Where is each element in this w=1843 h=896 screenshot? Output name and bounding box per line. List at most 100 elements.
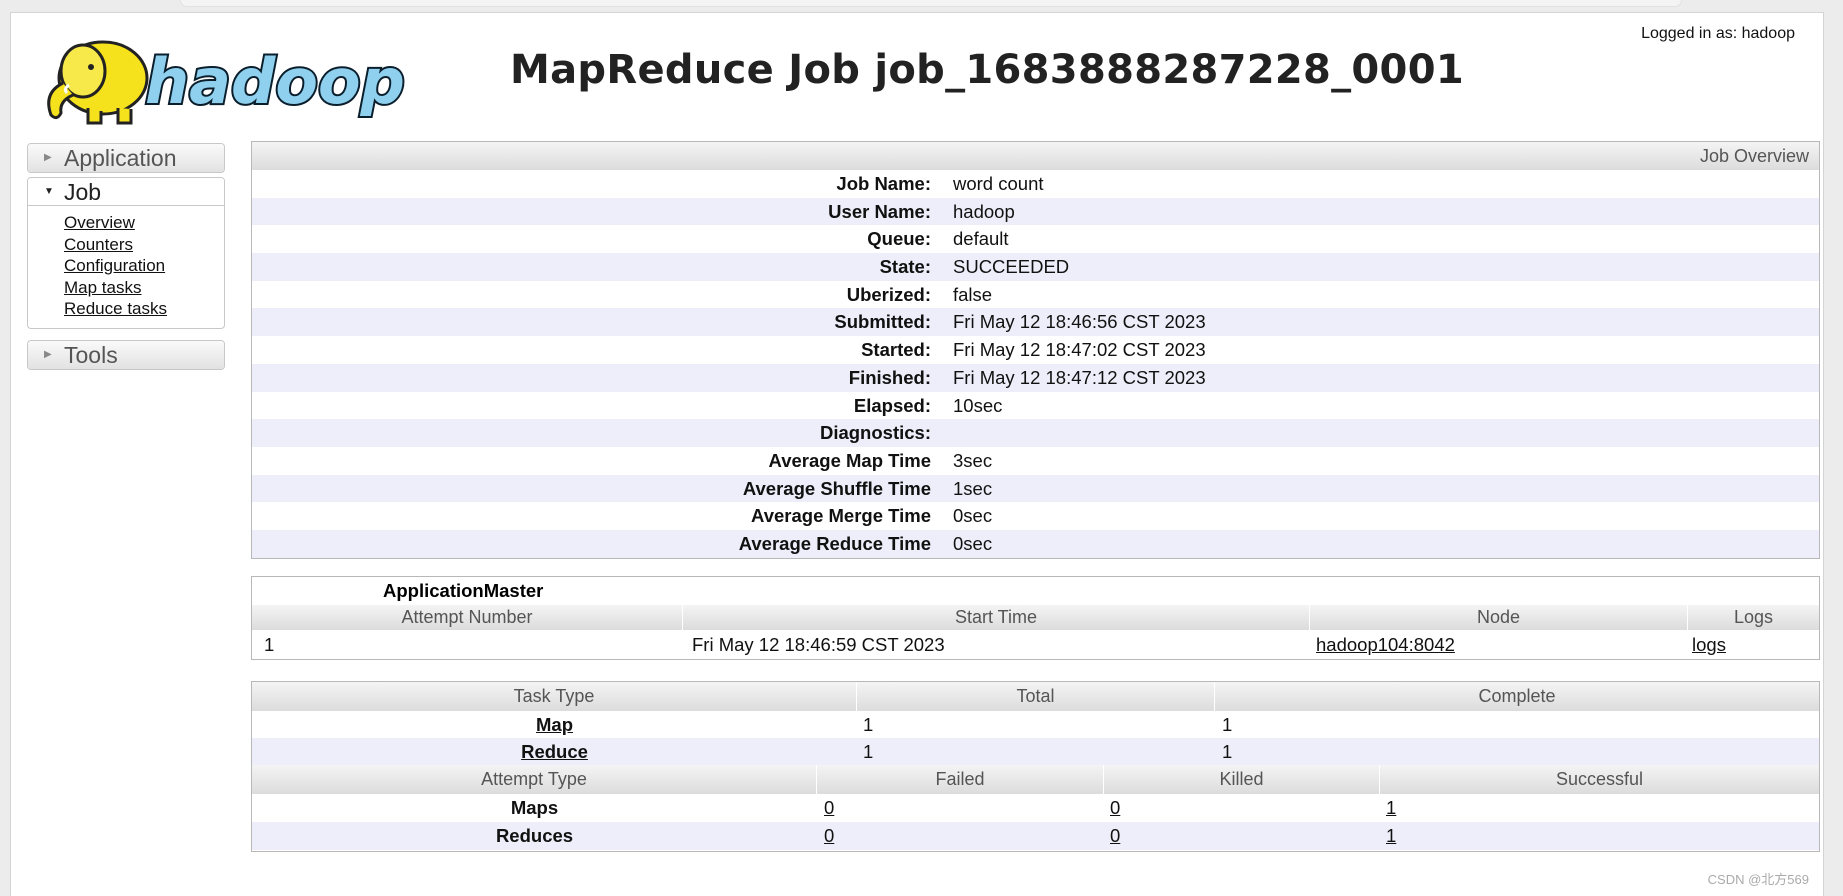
attempt-type: Maps: [510, 797, 559, 818]
sidebar-link-overview[interactable]: Overview: [64, 212, 224, 234]
sidebar-link-counters[interactable]: Counters: [64, 234, 224, 256]
overview-value: 10sec: [953, 394, 1003, 416]
task-total: 1: [863, 714, 874, 735]
attempt-type: Reduces: [495, 825, 574, 846]
overview-label: Started:: [861, 339, 931, 361]
task-complete: 1: [1222, 741, 1233, 762]
overview-row: User Name: hadoop: [252, 197, 1819, 226]
sidebar-link-reduce-tasks[interactable]: Reduce tasks: [64, 298, 224, 320]
logs-link[interactable]: logs: [1692, 630, 1726, 659]
successful-link[interactable]: 1: [1386, 794, 1396, 822]
overview-label: Submitted:: [834, 311, 931, 333]
overview-label: Elapsed:: [853, 394, 931, 416]
col-failed: Failed: [817, 765, 1104, 794]
sidebar-header-job[interactable]: ▼ Job: [28, 178, 224, 206]
table-row: 1 Fri May 12 18:46:59 CST 2023 hadoop104…: [252, 630, 1819, 658]
sidebar-job-links: Overview Counters Configuration Map task…: [28, 206, 224, 328]
triangle-right-icon: ▶: [44, 349, 52, 360]
sidebar-link-map-tasks[interactable]: Map tasks: [64, 277, 224, 299]
overview-label: State:: [879, 256, 931, 278]
overview-value: 0sec: [953, 505, 993, 527]
overview-value: Fri May 12 18:47:02 CST 2023: [953, 339, 1206, 361]
overview-row: Job Name: word count: [252, 170, 1819, 198]
task-type-map-link[interactable]: Map: [252, 711, 857, 738]
overview-label: User Name:: [828, 200, 931, 222]
application-master-header: Attempt Number Start Time Node Logs: [252, 605, 1819, 630]
overview-row: Average Shuffle Time 1sec: [252, 474, 1819, 503]
col-task-type: Task Type: [252, 682, 857, 711]
overview-row: Average Reduce Time 0sec: [252, 529, 1819, 558]
overview-label: Queue:: [867, 228, 931, 250]
overview-value: SUCCEEDED: [953, 256, 1070, 278]
successful-link[interactable]: 1: [1386, 822, 1396, 850]
job-overview-table: Job Overview Job Name: word count User Nam…: [251, 141, 1820, 559]
job-overview-rows: Job Name: word count User Name: hadoop Queue…: [252, 170, 1819, 558]
overview-label: Uberized:: [846, 283, 931, 305]
col-attempt-type: Attempt Type: [252, 765, 817, 794]
table-row: Maps 0 0 1: [252, 794, 1819, 822]
overview-row: Diagnostics:: [252, 419, 1819, 447]
overview-label: Finished:: [848, 366, 931, 388]
attempt-number: 1: [264, 634, 275, 655]
overview-row: Uberized: false: [252, 281, 1819, 309]
page: Logged in as: hadoop hadoop MapReduce Jo…: [10, 12, 1824, 896]
overview-value: Fri May 12 18:47:12 CST 2023: [953, 366, 1206, 388]
col-node: Node: [1310, 605, 1688, 630]
job-overview-caption: Job Overview: [252, 142, 1819, 170]
overview-label: Job Name:: [836, 173, 931, 194]
sidebar-section-job: ▼ Job Overview Counters Configuration Ma…: [27, 177, 225, 329]
col-total: Total: [857, 682, 1215, 711]
overview-row: Elapsed: 10sec: [252, 392, 1819, 420]
overview-row: Submitted: Fri May 12 18:46:56 CST 2023: [252, 308, 1819, 337]
overview-value: 1sec: [953, 477, 993, 499]
table-row: Reduce 1 1: [252, 738, 1819, 765]
overview-value: word count: [953, 173, 1044, 194]
task-summary-header: Task Type Total Complete: [252, 682, 1819, 711]
sidebar-label-tools: Tools: [64, 342, 118, 368]
table-row: Reduces 0 0 1: [252, 822, 1819, 850]
overview-row: State: SUCCEEDED: [252, 253, 1819, 281]
overview-row: Average Map Time 3sec: [252, 447, 1819, 475]
overview-row: Started: Fri May 12 18:47:02 CST 2023: [252, 336, 1819, 364]
failed-link[interactable]: 0: [824, 794, 834, 822]
table-row: Map 1 1: [252, 711, 1819, 738]
overview-label: Average Shuffle Time: [742, 477, 931, 499]
col-complete: Complete: [1215, 682, 1819, 711]
overview-row: Queue: default: [252, 225, 1819, 253]
sidebar-label-application: Application: [64, 145, 177, 171]
application-master-table: ApplicationMaster Attempt Number Start T…: [251, 576, 1820, 660]
task-type-reduce-link[interactable]: Reduce: [252, 738, 857, 765]
overview-value: 3sec: [953, 449, 993, 471]
attempt-summary-header: Attempt Type Failed Killed Successful: [252, 765, 1819, 794]
overview-label: Average Merge Time: [751, 505, 931, 527]
task-total: 1: [863, 741, 874, 762]
sidebar-section-tools[interactable]: ▶ Tools: [27, 340, 225, 370]
sidebar-header-tools[interactable]: ▶ Tools: [28, 341, 224, 369]
triangle-down-icon: ▼: [44, 186, 54, 197]
killed-link[interactable]: 0: [1110, 822, 1120, 850]
sidebar-section-application[interactable]: ▶ Application: [27, 143, 225, 173]
failed-link[interactable]: 0: [824, 822, 834, 850]
sidebar-link-configuration[interactable]: Configuration: [64, 255, 224, 277]
overview-value: default: [953, 228, 1009, 250]
overview-value: hadoop: [953, 200, 1015, 222]
node-link[interactable]: hadoop104:8042: [1316, 630, 1455, 659]
killed-link[interactable]: 0: [1110, 794, 1120, 822]
overview-value: false: [953, 283, 993, 305]
overview-row: Finished: Fri May 12 18:47:12 CST 2023: [252, 363, 1819, 392]
sidebar-header-application[interactable]: ▶ Application: [28, 144, 224, 172]
col-successful: Successful: [1380, 765, 1819, 794]
logged-in-label: Logged in as: hadoop: [1641, 25, 1795, 42]
overview-value: Fri May 12 18:46:56 CST 2023: [953, 311, 1206, 333]
task-summary-table: Task Type Total Complete Map 1 1 Reduce …: [251, 681, 1820, 852]
triangle-right-icon: ▶: [44, 152, 52, 163]
overview-label: Average Map Time: [768, 449, 931, 471]
browser-top-strip: [180, 0, 1682, 7]
overview-label: Diagnostics:: [819, 422, 931, 444]
page-title: MapReduce Job job_1683888287228_0001: [510, 47, 1464, 93]
col-start-time: Start Time: [683, 605, 1310, 630]
col-logs: Logs: [1688, 605, 1819, 630]
col-killed: Killed: [1104, 765, 1380, 794]
application-master-caption: ApplicationMaster: [383, 580, 544, 601]
sidebar-label-job: Job: [64, 179, 102, 205]
